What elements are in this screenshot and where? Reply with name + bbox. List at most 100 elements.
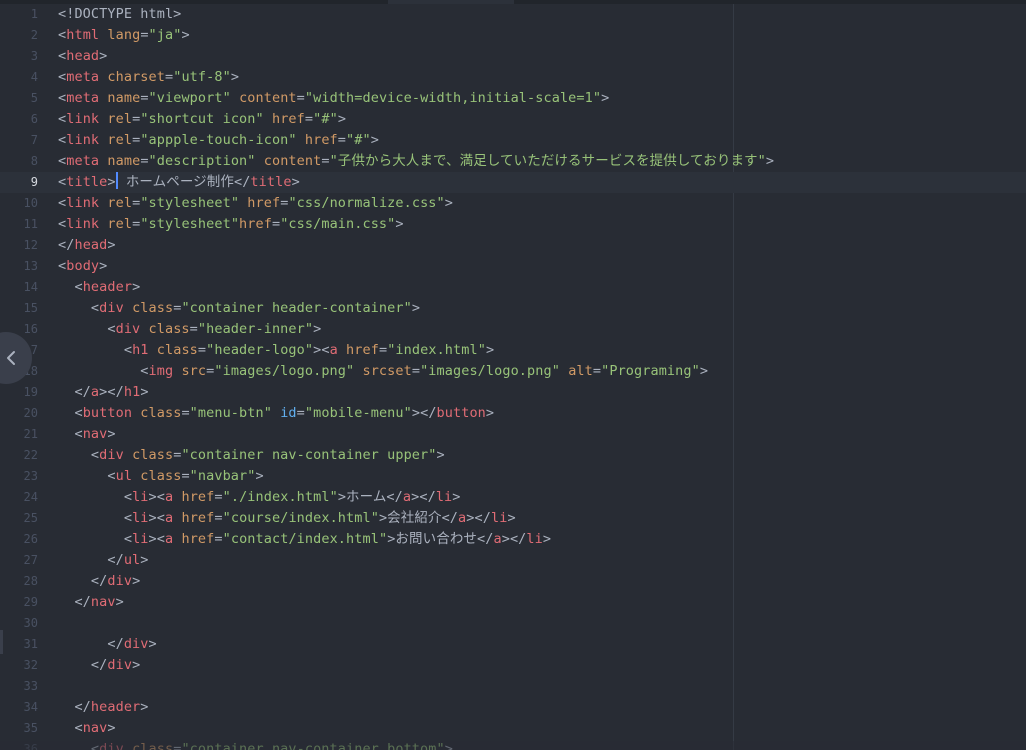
code-text[interactable]: <button class="menu-btn" id="mobile-menu… (58, 403, 494, 424)
code-text[interactable]: <img src="images/logo.png" srcset="image… (58, 361, 708, 382)
code-text[interactable]: </head> (58, 235, 116, 256)
code-line[interactable]: 24 <li><a href="./index.html">ホーム</a></l… (0, 487, 1026, 508)
code-line[interactable]: 16 <div class="header-inner"> (0, 319, 1026, 340)
code-text[interactable]: <li><a href="course/index.html">会社紹介</a>… (58, 508, 516, 529)
code-text[interactable]: <link rel="stylesheet" href="css/normali… (58, 193, 453, 214)
code-line[interactable]: 35 <nav> (0, 718, 1026, 739)
line-number[interactable]: 32 (0, 655, 38, 676)
code-text[interactable]: <link rel="stylesheet"href="css/main.css… (58, 214, 404, 235)
code-line[interactable]: 34 </header> (0, 697, 1026, 718)
line-number[interactable]: 21 (0, 424, 38, 445)
line-number[interactable]: 13 (0, 256, 38, 277)
line-number[interactable]: 1 (0, 4, 38, 25)
line-number[interactable]: 11 (0, 214, 38, 235)
line-number[interactable]: 31 (0, 634, 38, 655)
code-line[interactable]: 30 (0, 613, 1026, 634)
line-number[interactable]: 2 (0, 25, 38, 46)
code-line[interactable]: 10 <link rel="stylesheet" href="css/norma… (0, 193, 1026, 214)
code-text[interactable]: </a></h1> (58, 382, 149, 403)
code-line[interactable]: 29 </nav> (0, 592, 1026, 613)
line-number[interactable]: 8 (0, 151, 38, 172)
line-number[interactable]: 27 (0, 550, 38, 571)
line-number[interactable]: 9 (0, 172, 38, 193)
code-text[interactable]: <link rel="appple-touch-icon" href="#"> (58, 130, 379, 151)
code-text[interactable]: </div> (58, 571, 140, 592)
code-line[interactable]: 8 <meta name="description" content="子供から大… (0, 151, 1026, 172)
line-number[interactable]: 6 (0, 109, 38, 130)
code-text[interactable]: <h1 class="header-logo"><a href="index.h… (58, 340, 494, 361)
code-line[interactable]: 1 <!DOCTYPE html> (0, 4, 1026, 25)
line-number[interactable]: 28 (0, 571, 38, 592)
line-number[interactable]: 5 (0, 88, 38, 109)
code-text[interactable]: <li><a href="./index.html">ホーム</a></li> (58, 487, 461, 508)
code-text[interactable]: </div> (58, 634, 157, 655)
line-number[interactable]: 19 (0, 382, 38, 403)
code-text[interactable]: </header> (58, 697, 149, 718)
line-number[interactable]: 10 (0, 193, 38, 214)
code-line[interactable]: 28 </div> (0, 571, 1026, 592)
code-text[interactable]: <link rel="shortcut icon" href="#"> (58, 109, 346, 130)
code-line[interactable]: 18 <img src="images/logo.png" srcset="im… (0, 361, 1026, 382)
code-line[interactable]: 25 <li><a href="course/index.html">会社紹介<… (0, 508, 1026, 529)
line-number[interactable]: 14 (0, 277, 38, 298)
line-number[interactable]: 12 (0, 235, 38, 256)
code-line[interactable]: 14 <header> (0, 277, 1026, 298)
code-text[interactable]: <header> (58, 277, 140, 298)
line-number[interactable]: 22 (0, 445, 38, 466)
line-number[interactable]: 24 (0, 487, 38, 508)
line-number[interactable]: 35 (0, 718, 38, 739)
line-number[interactable]: 4 (0, 67, 38, 88)
code-line[interactable]: 2 <html lang="ja"> (0, 25, 1026, 46)
line-number[interactable]: 30 (0, 613, 38, 634)
line-number[interactable]: 20 (0, 403, 38, 424)
code-line[interactable]: 7 <link rel="appple-touch-icon" href="#"> (0, 130, 1026, 151)
code-text[interactable]: <meta name="description" content="子供から大人… (58, 151, 774, 172)
code-line[interactable]: 22 <div class="container nav-container u… (0, 445, 1026, 466)
line-number[interactable]: 29 (0, 592, 38, 613)
code-text[interactable]: <nav> (58, 424, 116, 445)
code-text[interactable]: </nav> (58, 592, 124, 613)
code-text[interactable]: <title> ホームページ制作</title> (58, 172, 300, 193)
code-line[interactable]: 5 <meta name="viewport" content="width=de… (0, 88, 1026, 109)
code-line[interactable]: 6 <link rel="shortcut icon" href="#"> (0, 109, 1026, 130)
code-text[interactable]: <meta charset="utf-8"> (58, 67, 239, 88)
code-text[interactable]: <body> (58, 256, 107, 277)
code-line[interactable]: 26 <li><a href="contact/index.html">お問い合… (0, 529, 1026, 550)
code-text[interactable]: <li><a href="contact/index.html">お問い合わせ<… (58, 529, 551, 550)
code-text[interactable]: </div> (58, 655, 140, 676)
line-number[interactable]: 3 (0, 46, 38, 67)
code-line[interactable]: 15 <div class="container header-containe… (0, 298, 1026, 319)
line-number[interactable]: 33 (0, 676, 38, 697)
code-line[interactable]: 13 <body> (0, 256, 1026, 277)
code-line[interactable]: 19 </a></h1> (0, 382, 1026, 403)
code-line[interactable]: 21 <nav> (0, 424, 1026, 445)
code-text[interactable]: <nav> (58, 718, 116, 739)
code-text[interactable]: <!DOCTYPE html> (58, 4, 181, 25)
code-line[interactable]: 33 (0, 676, 1026, 697)
code-area[interactable]: 1 <!DOCTYPE html> 2 <html lang="ja"> 3 <head>… (0, 4, 1026, 750)
code-text[interactable]: </ul> (58, 550, 149, 571)
code-line[interactable]: 9 <title> ホームページ制作</title> (0, 172, 1026, 193)
code-line[interactable]: 32 </div> (0, 655, 1026, 676)
code-text[interactable]: <div class="container header-container"> (58, 298, 420, 319)
code-text[interactable]: <html lang="ja"> (58, 25, 190, 46)
code-line[interactable]: 4 <meta charset="utf-8"> (0, 67, 1026, 88)
code-line[interactable]: 23 <ul class="navbar"> (0, 466, 1026, 487)
code-text[interactable]: <div class="container nav-container uppe… (58, 445, 445, 466)
line-number[interactable]: 23 (0, 466, 38, 487)
code-line[interactable]: 17 <h1 class="header-logo"><a href="inde… (0, 340, 1026, 361)
code-text[interactable]: <ul class="navbar"> (58, 466, 264, 487)
line-number[interactable]: 7 (0, 130, 38, 151)
code-line[interactable]: 11 <link rel="stylesheet"href="css/main.c… (0, 214, 1026, 235)
code-line[interactable]: 27 </ul> (0, 550, 1026, 571)
line-number[interactable]: 26 (0, 529, 38, 550)
code-line[interactable]: 31 </div> (0, 634, 1026, 655)
code-line[interactable]: 20 <button class="menu-btn" id="mobile-m… (0, 403, 1026, 424)
line-number[interactable]: 15 (0, 298, 38, 319)
code-line[interactable]: 3 <head> (0, 46, 1026, 67)
line-number[interactable]: 34 (0, 697, 38, 718)
code-text[interactable]: <head> (58, 46, 107, 67)
code-editor[interactable]: 1 <!DOCTYPE html> 2 <html lang="ja"> 3 <head>… (0, 0, 1026, 750)
code-text[interactable]: <meta name="viewport" content="width=dev… (58, 88, 609, 109)
line-number[interactable]: 25 (0, 508, 38, 529)
